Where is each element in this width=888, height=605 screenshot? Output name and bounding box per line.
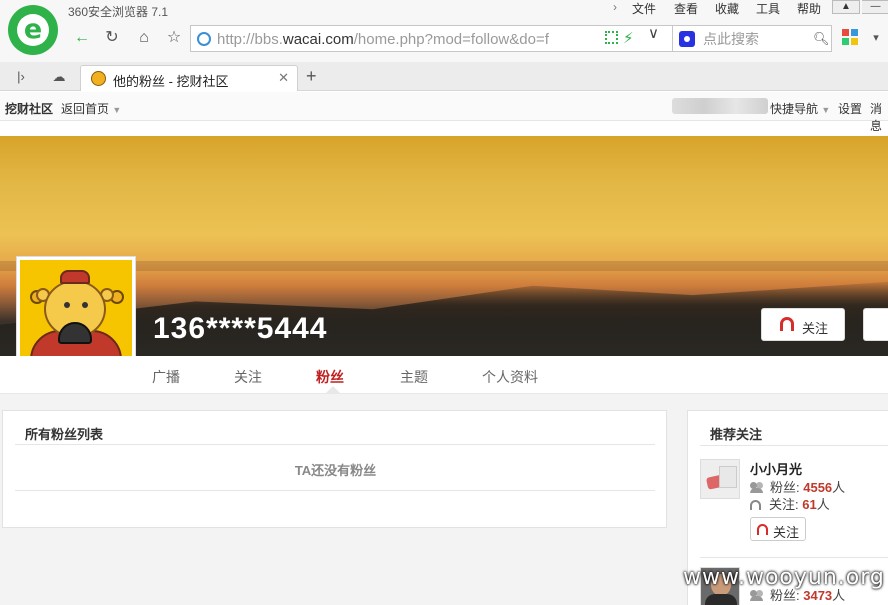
browser-logo-icon: e xyxy=(8,5,58,55)
menu-favorites[interactable]: 收藏 xyxy=(715,0,739,17)
headphones-icon xyxy=(757,524,768,535)
tab-bar: |› ☁ 他的粉丝 - 挖财社区 ✕ + xyxy=(0,62,888,91)
site-favicon-icon xyxy=(91,71,106,86)
tab-following[interactable]: 关注 xyxy=(234,367,262,387)
divider xyxy=(700,557,888,558)
cloud-icon[interactable]: ☁ xyxy=(50,68,68,86)
sidebar-toggle-icon[interactable]: |› xyxy=(12,68,30,86)
follow-count: 关注: 61人 xyxy=(750,494,830,513)
messages-link[interactable]: 消息 xyxy=(870,100,888,134)
back-icon[interactable]: ← xyxy=(70,26,94,50)
star-icon[interactable]: ☆ xyxy=(162,26,186,50)
browser-titlebar: e 360安全浏览器 7.1 文件 查看 收藏 工具 帮助 › ▲ — ← ↻ … xyxy=(0,0,888,62)
apps-grid-icon[interactable] xyxy=(842,29,858,45)
page-globe-icon xyxy=(197,32,211,46)
menu-file[interactable]: 文件 xyxy=(632,0,656,17)
tab-profile[interactable]: 个人资料 xyxy=(482,367,538,387)
tab-broadcast[interactable]: 广播 xyxy=(152,367,180,387)
address-bar[interactable]: http://bbs.wacai.com/home.php?mod=follow… xyxy=(190,25,708,52)
qr-code-icon[interactable] xyxy=(605,31,618,44)
avatar[interactable] xyxy=(700,459,740,499)
users-icon xyxy=(750,590,764,601)
navigation-bar: ← ↻ ⌂ ☆ http://bbs.wacai.com/home.php?mo… xyxy=(64,22,888,54)
headphones-icon xyxy=(780,317,794,331)
panel-title: 所有粉丝列表 xyxy=(25,427,104,442)
empty-message: TA还没有粉丝 xyxy=(294,463,377,478)
menu-more-icon[interactable]: › xyxy=(613,0,617,14)
headphones-icon xyxy=(750,500,761,510)
profile-username: 136****5444 xyxy=(153,312,328,345)
tab-fans[interactable]: 粉丝 xyxy=(316,367,344,387)
recommend-title: 推荐关注 xyxy=(710,427,763,442)
caret-down-icon: ▼ xyxy=(821,105,831,115)
caret-down-icon: ▼ xyxy=(112,105,122,115)
message-button[interactable] xyxy=(863,308,888,341)
refresh-icon[interactable]: ↻ xyxy=(100,26,124,50)
fans-panel: 所有粉丝列表 TA还没有粉丝 xyxy=(2,410,667,528)
address-url[interactable]: http://bbs.wacai.com/home.php?mod=follow… xyxy=(217,31,549,48)
menu-view[interactable]: 查看 xyxy=(674,0,698,17)
redacted-username xyxy=(672,98,768,114)
menu-help[interactable]: 帮助 xyxy=(797,0,821,17)
site-header: 挖财社区 返回首页 ▼ 快捷导航 ▼ 设置 消息 xyxy=(0,92,888,133)
divider xyxy=(15,444,655,445)
speed-mode-icon[interactable]: ⚡ xyxy=(623,29,634,47)
watermark: www.wooyun.org xyxy=(683,565,885,590)
follow-button[interactable]: 关注 xyxy=(750,517,806,541)
follow-button[interactable]: 关注 xyxy=(761,308,845,341)
search-icon[interactable]: 🔍︎ xyxy=(813,31,830,47)
tab-active[interactable]: 他的粉丝 - 挖财社区 ✕ xyxy=(80,65,298,91)
quick-nav-link[interactable]: 快捷导航 ▼ xyxy=(770,100,830,117)
menu-tools[interactable]: 工具 xyxy=(756,0,780,17)
users-icon xyxy=(750,482,764,493)
search-engine-icon[interactable] xyxy=(679,31,695,47)
divider xyxy=(700,445,888,446)
tab-title: 他的粉丝 - 挖财社区 xyxy=(113,74,229,89)
divider xyxy=(15,490,655,491)
close-icon[interactable]: ✕ xyxy=(278,70,289,86)
chevron-down-icon[interactable]: ∨ xyxy=(648,24,659,42)
site-brand[interactable]: 挖财社区 xyxy=(5,100,53,117)
apps-dropdown-icon[interactable]: ▾ xyxy=(864,26,888,50)
search-box: 🔍︎ xyxy=(672,25,832,52)
settings-link[interactable]: 设置 xyxy=(838,100,862,117)
active-tab-indicator xyxy=(326,386,340,393)
app-title: 360安全浏览器 7.1 xyxy=(68,5,169,19)
new-tab-icon[interactable]: + xyxy=(306,66,317,87)
minimize-icon[interactable]: — xyxy=(862,0,888,14)
profile-tabs: 广播 关注 粉丝 主题 个人资料 xyxy=(0,356,888,394)
skin-icon[interactable]: ▲ xyxy=(832,0,860,14)
recommend-user-name[interactable]: 小小月光 xyxy=(750,459,802,478)
home-icon[interactable]: ⌂ xyxy=(132,26,156,50)
home-link[interactable]: 返回首页 ▼ xyxy=(61,100,121,117)
tab-topics[interactable]: 主题 xyxy=(400,367,428,387)
search-input[interactable] xyxy=(703,30,803,48)
